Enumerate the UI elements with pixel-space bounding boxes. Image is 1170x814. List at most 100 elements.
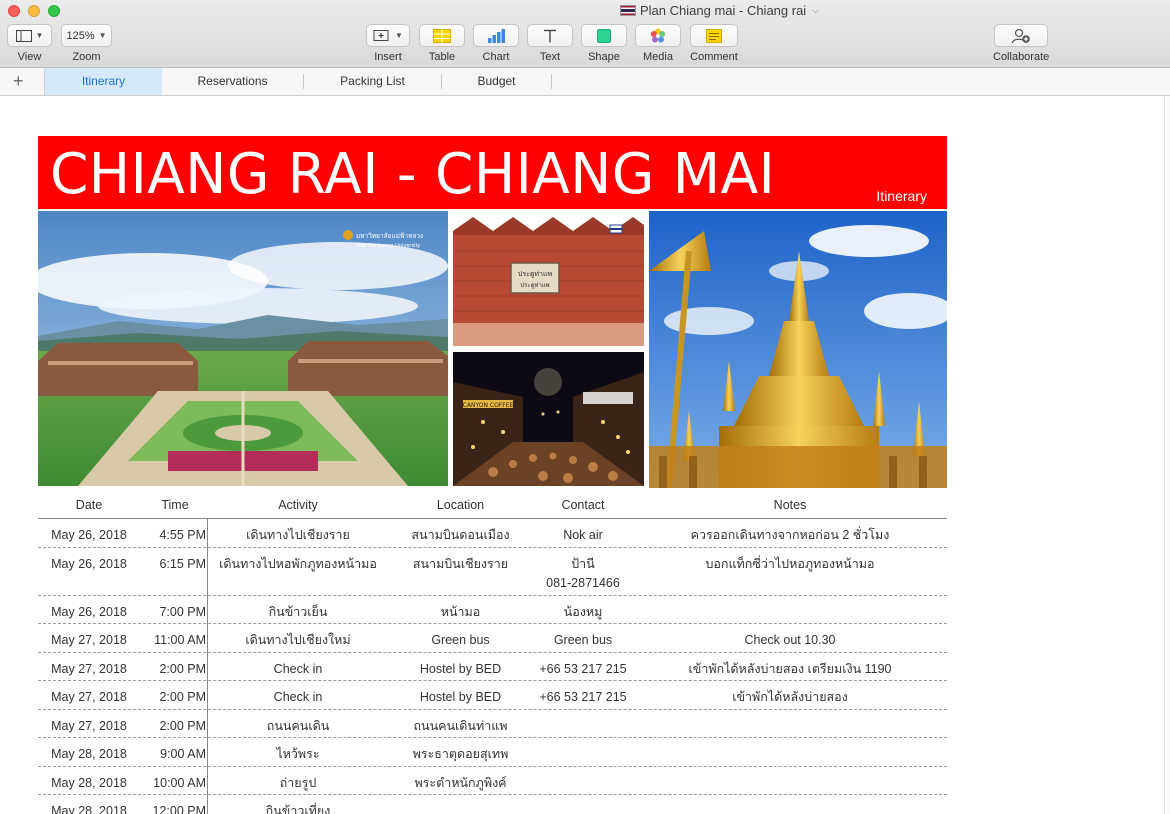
cell-date[interactable]: May 27, 2018 (38, 688, 140, 707)
cell-activity[interactable]: เดินทางไปเชียงใหม่ (208, 631, 388, 650)
cell-notes[interactable]: ควรออกเดินทางจากหอก่อน 2 ชั่วโมง (633, 526, 947, 545)
cell-location[interactable]: หน้ามอ (388, 603, 533, 622)
cell-notes[interactable]: Check out 10.30 (633, 631, 947, 650)
cell-time[interactable]: 11:00 AM (140, 631, 208, 650)
table-row[interactable]: May 27, 2018 2:00 PM Check in Hostel by BED… (38, 681, 947, 710)
cell-contact[interactable]: ป้านี 081-2871466 (533, 555, 633, 593)
cell-activity[interactable]: ถ่ายรูป (208, 774, 388, 793)
cell-date[interactable]: May 28, 2018 (38, 802, 140, 814)
campus-photo[interactable]: มหาวิทยาลัยแม่ฟ้าหลวง Mae Fah Luang Univ… (38, 211, 448, 486)
collaborate-control: Collaborate (993, 24, 1049, 63)
cell-activity[interactable]: เดินทางไปหอพักภูทองหน้ามอ (208, 555, 388, 574)
shop-sign-text: CANYON COFFEE (463, 402, 514, 409)
close-window-button[interactable] (8, 5, 20, 17)
cell-time[interactable]: 4:55 PM (140, 526, 208, 545)
sheet-tab-bar: + Itinerary Reservations Packing List Bu… (0, 68, 1170, 96)
text-button[interactable] (527, 24, 573, 47)
shape-button[interactable] (581, 24, 627, 47)
chevron-down-icon: ⌵ (812, 5, 820, 15)
cell-location[interactable]: Hostel by BED (388, 660, 533, 679)
cell-contact[interactable]: น้องหมู (533, 603, 633, 622)
cell-date[interactable]: May 28, 2018 (38, 745, 140, 764)
night-market-photo[interactable]: CANYON COFFEE (453, 352, 644, 486)
cell-activity[interactable]: Check in (208, 688, 388, 707)
cell-notes[interactable]: เข้าพักได้หลังบ่ายสอง (633, 688, 947, 707)
campus-image: มหาวิทยาลัยแม่ฟ้าหลวง Mae Fah Luang Univ… (38, 211, 448, 486)
cell-location[interactable]: พระตำหนักภูพิงค์ (388, 774, 533, 793)
night-market-image: CANYON COFFEE (453, 352, 644, 486)
table-row[interactable]: May 26, 2018 7:00 PM กินข้าวเย็น หน้ามอ น้อง… (38, 596, 947, 624)
table-row[interactable]: May 27, 2018 2:00 PM ถนนคนเดิน ถนนคนเดินท่า… (38, 710, 947, 738)
zoom-value: 125% (66, 29, 95, 42)
cell-location[interactable]: สนามบินดอนเมือง (388, 526, 533, 545)
cell-location[interactable]: Green bus (388, 631, 533, 650)
table-row[interactable]: May 27, 2018 2:00 PM Check in Hostel by BED… (38, 653, 947, 681)
add-sheet-plus-icon[interactable]: + (13, 71, 24, 91)
cell-date[interactable]: May 27, 2018 (38, 717, 140, 736)
cell-date[interactable]: May 27, 2018 (38, 631, 140, 650)
tab-itinerary[interactable]: Itinerary (45, 68, 162, 95)
cell-notes[interactable]: บอกแท็กซี่ว่าไปหอภูทองหน้ามอ (633, 555, 947, 574)
cell-activity[interactable]: เดินทางไปเชียงราย (208, 526, 388, 545)
cell-time[interactable]: 10:00 AM (140, 774, 208, 793)
zoom-window-button[interactable] (48, 5, 60, 17)
cell-activity[interactable]: ไหว้พระ (208, 745, 388, 764)
tha-phae-gate-photo[interactable]: ประตูท่าแพ ประตูท่าแพ (453, 211, 644, 346)
tab-reservations[interactable]: Reservations (163, 68, 302, 95)
cell-contact[interactable]: Green bus (533, 631, 633, 650)
view-button[interactable]: ▼ (7, 24, 52, 47)
table-button[interactable] (419, 24, 465, 47)
header-location: Location (436, 498, 485, 512)
temple-image (649, 211, 947, 488)
chart-button[interactable] (473, 24, 519, 47)
cell-location[interactable]: Hostel by BED (388, 688, 533, 707)
cell-time[interactable]: 6:15 PM (140, 555, 208, 574)
cell-activity[interactable]: ถนนคนเดิน (208, 717, 388, 736)
table-row[interactable]: May 26, 2018 4:55 PM เดินทางไปเชียงราย สนาม… (38, 519, 947, 548)
tab-budget[interactable]: Budget (442, 68, 551, 95)
insert-button[interactable]: ▼ (366, 24, 410, 47)
cell-activity[interactable]: กินข้าวเที่ยง (208, 802, 388, 814)
cell-activity[interactable]: Check in (208, 660, 388, 679)
vertical-scrollbar-track[interactable] (1164, 96, 1170, 814)
media-label: Media (643, 51, 673, 63)
cell-location[interactable]: ถนนคนเดินท่าแพ (388, 717, 533, 736)
media-button[interactable] (635, 24, 681, 47)
cell-contact[interactable]: Nok air (533, 526, 633, 545)
cell-location[interactable]: พระธาตุดอยสุเทพ (388, 745, 533, 764)
cell-date[interactable]: May 26, 2018 (38, 603, 140, 622)
cell-location[interactable]: สนามบินเชียงราย (388, 555, 533, 574)
cell-time[interactable]: 12:00 PM (140, 802, 208, 814)
zoom-popup[interactable]: 125% ▼ (61, 24, 112, 47)
table-row[interactable]: May 28, 2018 12:00 PM กินข้าวเที่ยง (38, 795, 947, 814)
cell-date[interactable]: May 28, 2018 (38, 774, 140, 793)
cell-time[interactable]: 7:00 PM (140, 603, 208, 622)
cell-time[interactable]: 2:00 PM (140, 660, 208, 679)
table-row[interactable]: May 27, 2018 11:00 AM เดินทางไปเชียงใหม่ Gr… (38, 624, 947, 653)
table-row[interactable]: May 28, 2018 9:00 AM ไหว้พระ พระธาตุดอยสุเท… (38, 738, 947, 767)
document-title[interactable]: Plan Chiang mai - Chiang rai ⌵ (620, 3, 819, 18)
view-control: ▼ View (7, 24, 52, 63)
gate-image: ประตูท่าแพ ประตูท่าแพ (453, 211, 644, 346)
cell-contact[interactable]: +66 53 217 215 (533, 660, 633, 679)
title-banner[interactable]: CHIANG RAI - CHIANG MAI Itinerary (38, 136, 947, 209)
table-row[interactable]: May 26, 2018 6:15 PM เดินทางไปหอพักภูทองหน… (38, 548, 947, 596)
collaborate-label: Collaborate (993, 51, 1050, 63)
cell-date[interactable]: May 27, 2018 (38, 660, 140, 679)
comment-button[interactable] (690, 24, 738, 47)
cell-time[interactable]: 9:00 AM (140, 745, 208, 764)
itinerary-table[interactable]: Date Time Activity Location Contact Note… (38, 492, 947, 814)
cell-activity[interactable]: กินข้าวเย็น (208, 603, 388, 622)
cell-contact[interactable]: +66 53 217 215 (533, 688, 633, 707)
cell-time[interactable]: 2:00 PM (140, 717, 208, 736)
collaborate-button[interactable] (994, 24, 1049, 47)
chevron-down-icon: ▼ (35, 31, 44, 40)
cell-date[interactable]: May 26, 2018 (38, 555, 140, 574)
tab-packing-list[interactable]: Packing List (304, 68, 441, 95)
cell-date[interactable]: May 26, 2018 (38, 526, 140, 545)
minimize-window-button[interactable] (28, 5, 40, 17)
cell-notes[interactable]: เข้าพักได้หลังบ่ายสอง เตรียมเงิน 1190 (633, 660, 947, 679)
cell-time[interactable]: 2:00 PM (140, 688, 208, 707)
doi-suthep-temple-photo[interactable] (649, 211, 947, 488)
table-row[interactable]: May 28, 2018 10:00 AM ถ่ายรูป พระตำหนักภูพิ… (38, 767, 947, 795)
